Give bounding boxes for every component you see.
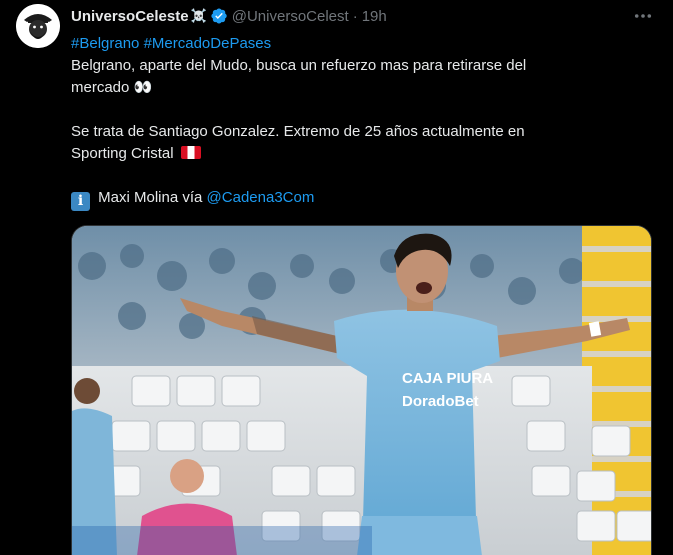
hashtag-line: #Belgrano #MercadoDePases bbox=[71, 33, 641, 55]
author-handle[interactable]: @UniversoCelest bbox=[232, 8, 349, 25]
text-line-3: Se trata de Santiago Gonzalez. Extremo d… bbox=[71, 123, 525, 140]
jersey-sponsor-2: DoradoBet bbox=[402, 393, 479, 410]
info-icon: i bbox=[71, 192, 90, 211]
jersey-sponsor-1: CAJA PIURA bbox=[402, 370, 493, 387]
text-line-1: Belgrano, aparte del Mudo, busca un refu… bbox=[71, 57, 527, 74]
skull-crossbones-icon: ☠️ bbox=[190, 8, 207, 23]
avatar[interactable] bbox=[16, 4, 60, 48]
peru-flag-icon bbox=[180, 146, 201, 159]
football-celebration-photo: CAJA PIURA DoradoBet bbox=[72, 226, 651, 555]
text-line-4-wrap: Sporting Cristal bbox=[71, 143, 641, 165]
mention-cadena3com[interactable]: @Cadena3Com bbox=[207, 189, 315, 206]
hashtag-mercado-de-pases[interactable]: #MercadoDePases bbox=[144, 35, 272, 52]
verified-badge-icon bbox=[210, 7, 228, 25]
separator-dot: · bbox=[352, 7, 358, 25]
tweet-header: UniversoCeleste ☠️ @UniversoCelest · 19h bbox=[71, 6, 653, 26]
credit-prefix: Maxi Molina vía bbox=[98, 189, 203, 206]
pirate-avatar-icon bbox=[16, 4, 60, 48]
tweet-time[interactable]: 19h bbox=[362, 8, 387, 25]
text-line-2: mercado 👀 bbox=[71, 79, 153, 96]
tweet-media-photo[interactable]: CAJA PIURA DoradoBet bbox=[71, 225, 652, 555]
tweet[interactable]: UniversoCeleste ☠️ @UniversoCelest · 19h… bbox=[0, 0, 673, 555]
display-name[interactable]: UniversoCeleste bbox=[71, 8, 189, 25]
credit-line: i Maxi Molina vía @Cadena3Com bbox=[71, 187, 641, 211]
hashtag-belgrano[interactable]: #Belgrano bbox=[71, 35, 139, 52]
text-line-4: Sporting Cristal bbox=[71, 145, 174, 162]
more-options-icon[interactable] bbox=[631, 6, 655, 26]
tweet-text: #Belgrano #MercadoDePases Belgrano, apar… bbox=[71, 33, 641, 211]
